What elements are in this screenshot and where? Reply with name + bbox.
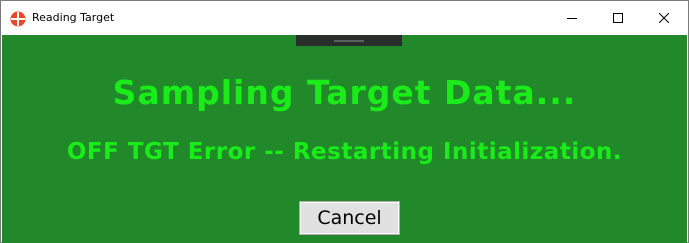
- close-button[interactable]: [641, 1, 687, 34]
- dialog-content: Sampling Target Data... OFF TGT Error --…: [2, 35, 687, 243]
- maximize-button[interactable]: [595, 1, 641, 34]
- target-icon: [10, 11, 26, 27]
- close-icon: [658, 8, 670, 27]
- title-bar[interactable]: Reading Target: [1, 1, 688, 34]
- drag-handle[interactable]: [296, 35, 402, 46]
- minimize-icon: [567, 8, 577, 27]
- window-title: Reading Target: [32, 11, 115, 24]
- cancel-button[interactable]: Cancel: [299, 201, 400, 235]
- minimize-button[interactable]: [549, 1, 595, 34]
- sampling-heading: Sampling Target Data...: [112, 73, 577, 112]
- error-status-text: OFF TGT Error -- Restarting Initializati…: [66, 139, 623, 165]
- grip-line: [334, 40, 364, 42]
- maximize-icon: [613, 8, 623, 27]
- reading-target-window: Reading Target Sampling Target Data... O…: [0, 0, 689, 243]
